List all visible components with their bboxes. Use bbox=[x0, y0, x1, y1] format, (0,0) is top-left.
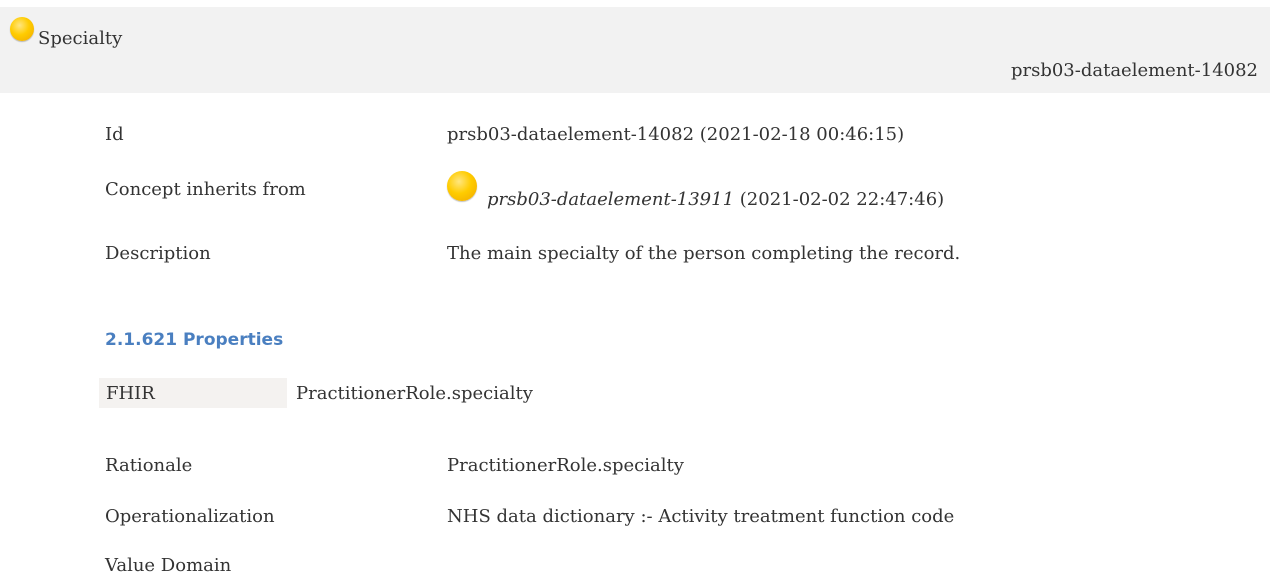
properties-heading: 2.1.621 Properties bbox=[105, 330, 284, 350]
inherits-date: (2021-02-02 22:47:46) bbox=[739, 189, 945, 210]
inherits-value: prsb03-dataelement-13911 (2021-02-02 22:… bbox=[487, 189, 944, 210]
description-value: The main specialty of the person complet… bbox=[447, 243, 961, 264]
description-label: Description bbox=[105, 243, 211, 264]
fhir-value: PractitionerRole.specialty bbox=[296, 383, 533, 404]
id-value: prsb03-dataelement-14082 (2021-02-18 00:… bbox=[447, 124, 905, 145]
inherited-status-orb-icon bbox=[447, 171, 477, 201]
value-domain-label: Value Domain bbox=[105, 555, 232, 576]
inherits-link[interactable]: prsb03-dataelement-13911 bbox=[487, 189, 734, 210]
concept-header: Specialty prsb03-dataelement-14082 bbox=[0, 7, 1270, 93]
operationalization-value: NHS data dictionary :- Activity treatmen… bbox=[447, 506, 955, 527]
id-label: Id bbox=[105, 124, 124, 145]
operationalization-label: Operationalization bbox=[105, 506, 275, 527]
rationale-value: PractitionerRole.specialty bbox=[447, 455, 684, 476]
concept-identifier: prsb03-dataelement-14082 bbox=[1010, 60, 1258, 81]
inherits-label: Concept inherits from bbox=[105, 179, 306, 200]
status-orb-icon bbox=[10, 17, 34, 41]
concept-title: Specialty bbox=[38, 28, 123, 49]
fhir-label: FHIR bbox=[106, 383, 155, 404]
rationale-label: Rationale bbox=[105, 455, 193, 476]
